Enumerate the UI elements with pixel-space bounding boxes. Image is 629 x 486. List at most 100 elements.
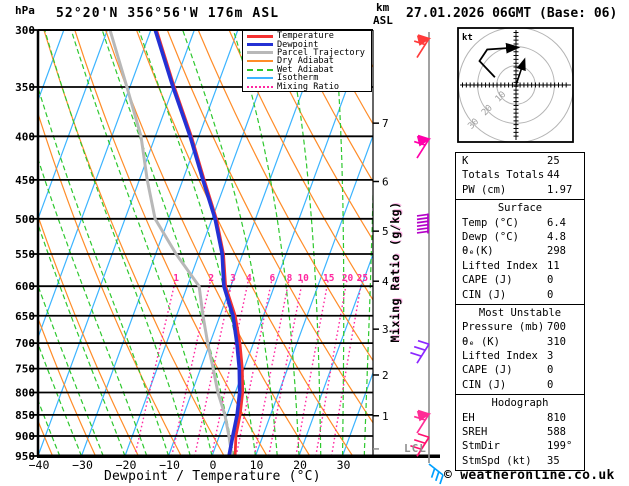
stats-row: Temp (°C) 6.4 (456, 216, 584, 230)
barb-staff (416, 343, 430, 364)
stats-row: CAPE (J) 0 (456, 273, 584, 287)
stats-row-label: CIN (J) (462, 378, 507, 391)
legend-line-sample (247, 60, 273, 63)
x-axis-label: Dewpoint / Temperature (°C) (104, 469, 321, 484)
stats-row-label: CAPE (J) (462, 364, 513, 377)
stats-row-value: 700 (547, 321, 566, 334)
stats-row: Dewp (°C) 4.8 (456, 230, 584, 244)
mixing-ratio-value-label: 8 (287, 273, 293, 284)
stats-row-value: 810 (547, 411, 566, 424)
barb-fletch (417, 339, 430, 346)
stats-section-title: Surface (497, 202, 543, 215)
stats-table: K 25 Totals Totals 44 PW (cm) 1.97 Surface Temp… (455, 152, 585, 472)
legend-box: Temperature Dewpoint Parcel Trajectory Dry … (242, 30, 372, 92)
stats-row: PW (cm) 1.97 (456, 183, 584, 197)
stats-section: K 25 Totals Totals 44 PW (cm) 1.97 (456, 153, 584, 201)
altitude-axis-unit-km: km (376, 1, 390, 14)
hodograph-unit-label: kt (462, 33, 473, 43)
stats-row-value: 1.97 (547, 183, 573, 196)
stats-row-label: Totals Totals (462, 169, 545, 182)
pressure-tick-label: 600 (15, 280, 35, 293)
stats-row: Lifted Index 3 (456, 349, 584, 363)
stats-section: Surface Temp (°C) 6.4 Dewp (°C) 4.8 θₑ(K) 298 L… (456, 200, 584, 305)
stats-section: Hodograph EH 810 SREH 588 StmDir 199° StmSpd (k… (456, 395, 584, 470)
stats-row-label: Lifted Index (462, 350, 538, 363)
wind-barb (416, 213, 429, 234)
mixing-ratio-axis-label: Mixing Ratio (g/kg) (388, 201, 402, 343)
stats-row-label: PW (cm) (462, 183, 507, 196)
barb-staff (428, 463, 444, 476)
stats-row-label: Dewp (°C) (462, 230, 519, 243)
pressure-tick-label: 850 (15, 409, 35, 422)
stats-row-label: K (462, 155, 469, 167)
barb-fletch (416, 220, 429, 224)
stats-row-label: Lifted Index (462, 259, 538, 272)
stats-row: θₑ (K) 310 (456, 335, 584, 349)
stats-row-value: 6.4 (547, 216, 566, 229)
km-tick-label: 7 (382, 117, 389, 130)
legend-item-label: Mixing Ratio (277, 81, 340, 92)
stats-row-value: 35 (547, 454, 560, 467)
pressure-tick-label: 800 (15, 386, 35, 399)
stats-row: Totals Totals 44 (456, 168, 584, 182)
legend-line-sample (247, 77, 273, 80)
stats-row-value: 44 (547, 169, 560, 182)
stats-row: CIN (J) 0 (456, 378, 584, 392)
hodograph: 102030kt (458, 28, 573, 142)
legend-line-sample (247, 51, 273, 55)
sounding-page: 300 350 400 450 500 550 600 650 700 750 800 850 900 9… (0, 0, 629, 486)
stats-row-label: StmDir (462, 440, 500, 453)
stats-row-label: θₑ(K) (462, 245, 494, 258)
stats-row-label: Temp (°C) (462, 216, 519, 229)
pressure-tick-label: 300 (15, 24, 35, 37)
stats-row: CAPE (J) 0 (456, 363, 584, 377)
mixing-ratio-value-label: 1 (173, 273, 179, 284)
legend-line-sample (247, 34, 273, 38)
valid-datetime: 27.01.2026 06GMT (Base: 06) (406, 6, 618, 21)
mixing-ratio-value-label: 15 (323, 273, 335, 284)
stats-row-label: CIN (J) (462, 288, 507, 301)
stats-row-value: 310 (547, 335, 566, 348)
pressure-tick-label: 900 (15, 430, 35, 443)
stats-row-value: 25 (547, 155, 560, 167)
mixing-ratio-value-label: 20 (342, 273, 354, 284)
pressure-tick-label: 550 (15, 248, 35, 261)
stats-row: θₑ(K) 298 (456, 244, 584, 258)
stats-row-value: 588 (547, 426, 566, 439)
pressure-tick-label: 350 (15, 81, 35, 94)
barb-fletch (413, 345, 426, 352)
pressure-axis-unit: hPa (15, 4, 35, 17)
wind-barb (413, 34, 432, 58)
stats-row-label: θₑ (K) (462, 335, 500, 348)
stats-row: CIN (J) 0 (456, 288, 584, 302)
barb-fletch (416, 230, 429, 234)
pressure-gridlines (38, 30, 373, 456)
stats-row-value: 0 (547, 378, 554, 391)
plot-border-bottom (37, 454, 440, 458)
stats-section-title: Most Unstable (478, 306, 562, 319)
stats-row-label: CAPE (J) (462, 274, 513, 287)
pressure-tick-label: 450 (15, 174, 35, 187)
stats-section-title: Hodograph (491, 397, 549, 410)
legend-line-sample (247, 68, 273, 71)
barb-fletch (417, 432, 430, 439)
barb-fletch (439, 474, 444, 485)
stats-row-value: 199° (547, 440, 573, 453)
mixing-ratio-value-label: 3 (230, 273, 236, 284)
legend-item: Mixing Ratio (247, 81, 371, 92)
km-tick-label: 2 (382, 369, 389, 382)
mixing-ratio-value-label: 6 (269, 273, 275, 284)
stats-row: K 25 (456, 154, 584, 168)
km-tick-label: 1 (382, 410, 389, 423)
stats-row: StmSpd (kt) 35 (456, 454, 584, 468)
pressure-tick-label: 400 (15, 130, 35, 143)
stats-row-value: 298 (547, 245, 566, 258)
legend-item-label: Isotherm (277, 73, 319, 84)
wind-barb (413, 134, 432, 159)
pressure-tick-label: 700 (15, 337, 35, 350)
stats-row-value: 0 (547, 364, 554, 377)
stats-row: SREH 588 (456, 425, 584, 439)
stats-row-label: SREH (462, 426, 488, 439)
barb-fletch (410, 351, 422, 358)
stats-section: Most Unstable Pressure (mb) 700 θₑ (K) 310 Li… (456, 305, 584, 396)
